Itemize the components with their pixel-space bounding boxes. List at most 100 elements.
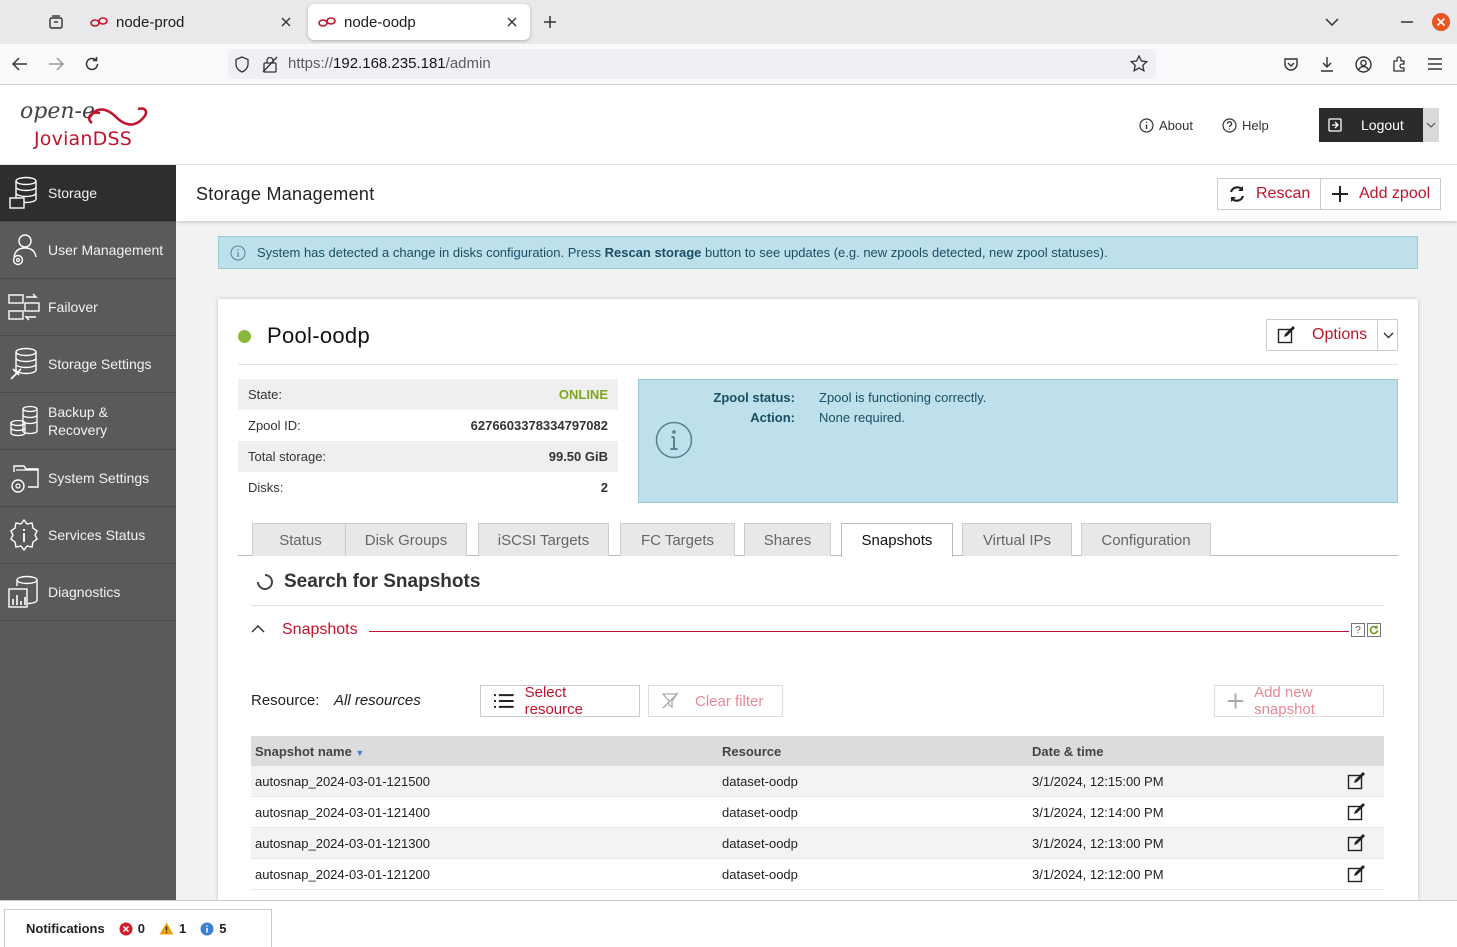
url-host: 192.168.235.181 bbox=[333, 55, 446, 72]
edit-icon[interactable] bbox=[1328, 834, 1384, 852]
tab-iscsi-targets[interactable]: iSCSI Targets bbox=[478, 523, 609, 556]
list-icon bbox=[493, 694, 514, 708]
column-header-date-time[interactable]: Date & time bbox=[1028, 744, 1328, 759]
edit-icon[interactable] bbox=[1328, 772, 1384, 790]
table-row[interactable]: autosnap_2024-03-01-121300 dataset-oodp … bbox=[251, 828, 1384, 859]
joviandss-logo[interactable]: open-e JovianDSS bbox=[20, 99, 170, 155]
warning-count[interactable]: 1 bbox=[159, 921, 186, 936]
pool-tabs: Status Disk Groups iSCSI Targets FC Targ… bbox=[238, 523, 1398, 557]
pocket-icon[interactable] bbox=[1279, 52, 1303, 76]
table-header: Snapshot name ▼ Resource Date & time bbox=[251, 736, 1384, 766]
tab-overflow-chevron-icon[interactable] bbox=[1320, 10, 1344, 34]
table-row[interactable]: autosnap_2024-03-01-121400 dataset-oodp … bbox=[251, 797, 1384, 828]
search-snapshots-header[interactable]: Search for Snapshots bbox=[256, 571, 480, 593]
info-row-zpool-id: Zpool ID: 6276603378334797082 bbox=[238, 410, 618, 441]
logout-dropdown-chevron-icon[interactable] bbox=[1423, 108, 1439, 142]
edit-icon[interactable] bbox=[1328, 803, 1384, 821]
extensions-icon[interactable] bbox=[1387, 52, 1411, 76]
tab-status[interactable]: Status bbox=[252, 523, 349, 556]
close-tab-icon[interactable] bbox=[278, 14, 294, 30]
resource-value: All resources bbox=[334, 692, 421, 709]
logout-icon bbox=[1328, 118, 1342, 132]
resource-cell: dataset-oodp bbox=[722, 773, 798, 789]
insecure-lock-icon[interactable] bbox=[262, 56, 278, 73]
sidebar-label: Storage bbox=[48, 185, 98, 201]
help-question-icon[interactable]: ? bbox=[1351, 623, 1365, 637]
sidebar-item-diagnostics[interactable]: Diagnostics bbox=[0, 564, 176, 621]
collapse-chevron-up-icon[interactable] bbox=[251, 624, 265, 633]
back-icon[interactable] bbox=[8, 52, 32, 76]
rescan-icon bbox=[1229, 186, 1245, 202]
tab-shares[interactable]: Shares bbox=[744, 523, 831, 556]
options-label: Options bbox=[1312, 326, 1368, 343]
account-icon[interactable] bbox=[1351, 52, 1375, 76]
error-count[interactable]: 0 bbox=[119, 921, 145, 936]
browser-tab-node-oodp[interactable]: node-oodp bbox=[308, 4, 530, 40]
menu-hamburger-icon[interactable] bbox=[1423, 52, 1447, 76]
sidebar-item-system-settings[interactable]: System Settings bbox=[0, 450, 176, 507]
about-link[interactable]: About bbox=[1139, 118, 1193, 133]
divider bbox=[238, 364, 1398, 365]
info-row-total-storage: Total storage: 99.50 GiB bbox=[238, 441, 618, 472]
date-time-cell: 3/1/2024, 12:13:00 PM bbox=[1032, 835, 1164, 851]
tab-configuration[interactable]: Configuration bbox=[1081, 523, 1211, 556]
tab-fc-targets[interactable]: FC Targets bbox=[620, 523, 735, 556]
edit-icon[interactable] bbox=[1328, 865, 1384, 883]
tab-virtual-ips[interactable]: Virtual IPs bbox=[962, 523, 1072, 556]
refresh-icon[interactable] bbox=[1367, 623, 1381, 637]
sidebar-label: Failover bbox=[48, 299, 98, 315]
minimize-window-icon[interactable] bbox=[1395, 10, 1419, 34]
sidebar-item-storage[interactable]: Storage bbox=[0, 165, 176, 222]
rescan-button[interactable]: Rescan bbox=[1217, 178, 1322, 210]
table-row[interactable]: autosnap_2024-03-01-121500 dataset-oodp … bbox=[251, 766, 1384, 797]
address-bar[interactable]: https://192.168.235.181/admin bbox=[228, 49, 1156, 79]
divider bbox=[251, 605, 1384, 606]
add-new-snapshot-button[interactable]: Add new snapshot bbox=[1214, 684, 1384, 718]
tab-disk-groups[interactable]: Disk Groups bbox=[345, 523, 467, 556]
select-resource-button[interactable]: Select resource bbox=[480, 684, 640, 718]
downloads-icon[interactable] bbox=[1315, 52, 1339, 76]
column-header-snapshot-name[interactable]: Snapshot name ▼ bbox=[251, 744, 718, 759]
url-text: https://192.168.235.181/admin bbox=[288, 55, 491, 72]
add-zpool-label: Add zpool bbox=[1359, 185, 1431, 202]
tab-title: node-oodp bbox=[344, 13, 416, 31]
sidebar-item-failover[interactable]: Failover bbox=[0, 279, 176, 336]
tab-snapshots[interactable]: Snapshots bbox=[841, 523, 953, 557]
table-row[interactable]: autosnap_2024-03-01-121200 dataset-oodp … bbox=[251, 859, 1384, 890]
bookmark-star-icon[interactable] bbox=[1130, 55, 1148, 72]
resource-cell: dataset-oodp bbox=[722, 866, 798, 882]
options-button[interactable]: Options bbox=[1266, 319, 1398, 351]
notifications-panel[interactable]: Notifications 0 1 5 bbox=[4, 909, 272, 947]
browser-tab-node-prod[interactable]: node-prod bbox=[80, 4, 304, 40]
snapshot-name-cell: autosnap_2024-03-01-121300 bbox=[255, 835, 430, 851]
close-tab-icon[interactable] bbox=[504, 14, 520, 30]
column-header-resource[interactable]: Resource bbox=[718, 744, 1028, 759]
resource-cell: dataset-oodp bbox=[722, 835, 798, 851]
section-divider bbox=[369, 631, 1349, 632]
forward-icon[interactable] bbox=[44, 52, 68, 76]
sidebar-label: User Management bbox=[48, 242, 164, 258]
shield-icon[interactable] bbox=[234, 56, 250, 73]
new-tab-icon[interactable] bbox=[538, 10, 562, 34]
notifications-bar: Notifications 0 1 5 bbox=[0, 900, 1457, 947]
clear-filter-button[interactable]: Clear filter bbox=[648, 685, 783, 717]
reload-icon[interactable] bbox=[80, 52, 104, 76]
info-value: ONLINE bbox=[558, 387, 608, 402]
services-status-icon bbox=[0, 507, 48, 564]
page-title-bar: Storage Management Rescan Add zpool bbox=[176, 165, 1457, 221]
close-window-icon[interactable] bbox=[1429, 10, 1453, 34]
alert-text-post: button to see updates (e.g. new zpools d… bbox=[701, 245, 1108, 260]
options-dropdown-chevron-icon[interactable] bbox=[1377, 320, 1398, 350]
sidebar-item-backup-recovery[interactable]: Backup & Recovery bbox=[0, 393, 176, 450]
help-link[interactable]: Help bbox=[1222, 118, 1269, 133]
rescan-label: Rescan bbox=[1256, 185, 1311, 202]
sidebar-label: Storage Settings bbox=[48, 356, 152, 372]
sidebar-item-user-management[interactable]: User Management bbox=[0, 222, 176, 279]
sidebar-item-storage-settings[interactable]: Storage Settings bbox=[0, 336, 176, 393]
add-zpool-button[interactable]: Add zpool bbox=[1320, 178, 1442, 210]
tab-list-icon[interactable] bbox=[44, 10, 68, 34]
info-count[interactable]: 5 bbox=[200, 921, 226, 936]
sidebar-item-services-status[interactable]: Services Status bbox=[0, 507, 176, 564]
logout-button[interactable]: Logout bbox=[1319, 108, 1439, 142]
plus-icon bbox=[1332, 186, 1348, 202]
